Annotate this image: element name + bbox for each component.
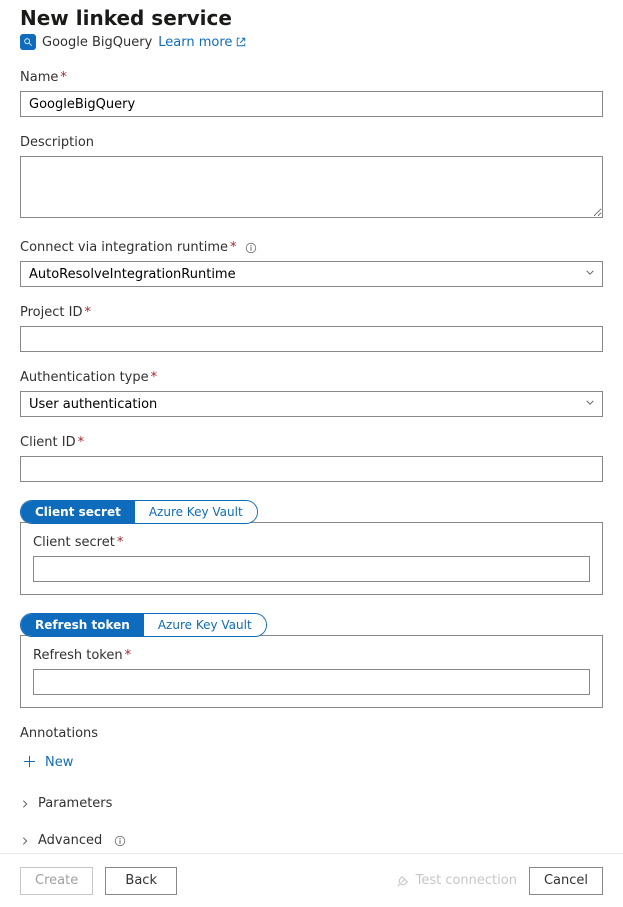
page-title: New linked service [20, 6, 603, 30]
advanced-label: Advanced [38, 833, 102, 848]
client-id-input[interactable] [20, 456, 603, 482]
project-id-label: Project ID* [20, 305, 603, 320]
auth-type-label: Authentication type* [20, 370, 603, 385]
add-annotation-label: New [45, 755, 73, 770]
client-secret-toggle: Client secret Azure Key Vault [20, 500, 258, 524]
bigquery-icon [20, 34, 36, 50]
test-connection-button: Test connection [396, 873, 517, 888]
add-annotation-button[interactable]: ＋ New [20, 751, 75, 774]
service-name: Google BigQuery [42, 35, 152, 50]
parameters-label: Parameters [38, 796, 112, 811]
runtime-label: Connect via integration runtime* [20, 240, 603, 255]
parameters-section-toggle[interactable]: Parameters [20, 792, 603, 815]
footer: Create Back Test connection Cancel [0, 853, 623, 907]
refresh-token-tab[interactable]: Refresh token [21, 614, 144, 636]
chevron-right-icon [20, 836, 30, 846]
description-label: Description [20, 135, 603, 150]
client-secret-input[interactable] [33, 556, 590, 582]
annotations-label: Annotations [20, 726, 603, 741]
refresh-token-input[interactable] [33, 669, 590, 695]
name-input[interactable] [20, 91, 603, 117]
plug-icon [396, 874, 410, 888]
client-id-label: Client ID* [20, 435, 603, 450]
learn-more-label: Learn more [158, 35, 232, 50]
cancel-button[interactable]: Cancel [529, 867, 603, 895]
client-secret-akv-tab[interactable]: Azure Key Vault [135, 501, 257, 523]
refresh-token-box: Refresh token* [20, 635, 603, 708]
plus-icon: ＋ [22, 755, 37, 770]
client-secret-inner-label: Client secret* [33, 535, 590, 550]
refresh-token-toggle: Refresh token Azure Key Vault [20, 613, 267, 637]
refresh-token-akv-tab[interactable]: Azure Key Vault [144, 614, 266, 636]
advanced-section-toggle[interactable]: Advanced [20, 829, 603, 852]
test-connection-label: Test connection [416, 873, 517, 888]
learn-more-link[interactable]: Learn more [158, 35, 247, 50]
name-label: Name* [20, 70, 603, 85]
project-id-input[interactable] [20, 326, 603, 352]
auth-type-select[interactable]: User authentication [20, 391, 603, 417]
client-secret-tab[interactable]: Client secret [21, 501, 135, 523]
runtime-select[interactable]: AutoResolveIntegrationRuntime [20, 261, 603, 287]
chevron-right-icon [20, 799, 30, 809]
description-textarea[interactable] [20, 156, 603, 218]
external-link-icon [235, 36, 247, 48]
service-subheader: Google BigQuery Learn more [20, 34, 603, 50]
client-secret-box: Client secret* [20, 522, 603, 595]
create-button[interactable]: Create [20, 867, 93, 895]
info-icon[interactable] [114, 835, 126, 847]
back-button[interactable]: Back [105, 867, 177, 895]
refresh-token-inner-label: Refresh token* [33, 648, 590, 663]
info-icon[interactable] [245, 242, 257, 254]
